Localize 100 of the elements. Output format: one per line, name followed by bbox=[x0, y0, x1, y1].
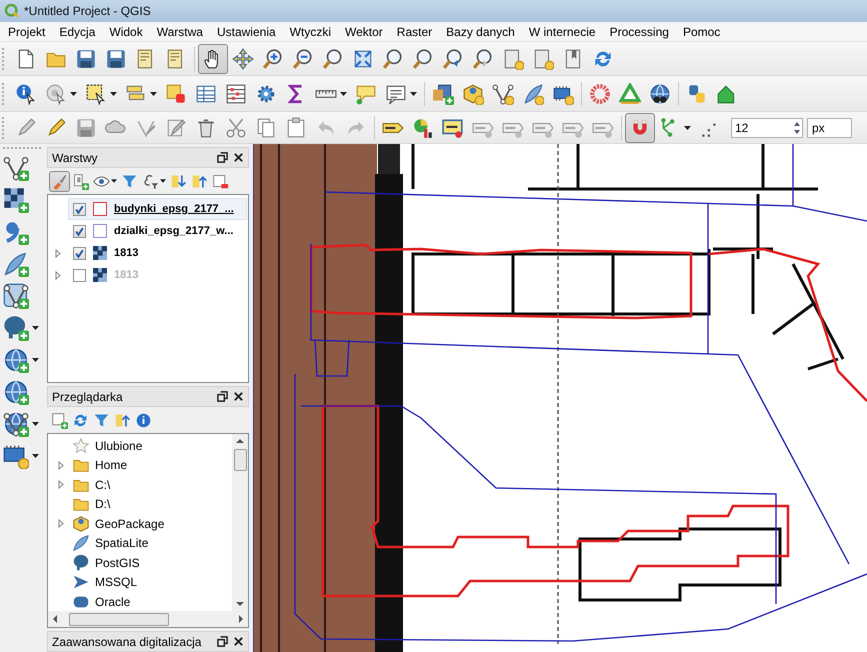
add-raster-icon[interactable] bbox=[3, 187, 29, 213]
save-icon[interactable] bbox=[75, 48, 97, 70]
scroll-up-icon[interactable] bbox=[236, 438, 244, 443]
select-icon[interactable] bbox=[85, 82, 107, 104]
browser-item[interactable]: Home bbox=[95, 458, 128, 472]
chart-icon[interactable] bbox=[412, 116, 434, 138]
filter-icon[interactable] bbox=[93, 412, 110, 428]
browser-item[interactable]: PostGIS bbox=[95, 556, 140, 570]
layer-checkbox[interactable] bbox=[73, 268, 86, 282]
menu-item[interactable]: Wtyczki bbox=[282, 24, 338, 38]
zoom-back-icon[interactable] bbox=[442, 48, 464, 70]
layer-checkbox[interactable] bbox=[73, 224, 86, 238]
zoom-forward-icon[interactable] bbox=[472, 48, 494, 70]
scroll-down-icon[interactable] bbox=[236, 602, 244, 607]
paste-icon[interactable] bbox=[285, 116, 307, 138]
collapse-all-icon[interactable] bbox=[114, 412, 131, 428]
menu-item[interactable]: Widok bbox=[102, 24, 150, 38]
expand-arrow-icon[interactable] bbox=[58, 519, 64, 528]
menu-item[interactable]: Wektor bbox=[338, 24, 390, 38]
globe-binoculars-icon[interactable] bbox=[649, 82, 671, 104]
action-icon[interactable] bbox=[45, 82, 67, 104]
globe-icon[interactable] bbox=[3, 411, 29, 437]
ring-icon[interactable] bbox=[589, 82, 611, 104]
edit-icon[interactable] bbox=[165, 116, 187, 138]
map-drawing[interactable] bbox=[253, 144, 867, 652]
browser-item[interactable]: SpatiaLite bbox=[95, 536, 148, 550]
close-icon[interactable] bbox=[233, 391, 244, 402]
menu-item[interactable]: Ustawienia bbox=[210, 24, 283, 38]
scrollbar-thumb[interactable] bbox=[69, 612, 169, 626]
menu-item[interactable]: Bazy danych bbox=[439, 24, 522, 38]
field-calculator-icon[interactable] bbox=[225, 82, 247, 104]
pan-button[interactable] bbox=[198, 44, 228, 74]
unit-select[interactable]: px bbox=[807, 118, 852, 138]
caret-icon[interactable] bbox=[684, 126, 691, 130]
new-map-view-icon[interactable] bbox=[532, 48, 554, 70]
caret-icon[interactable] bbox=[32, 358, 39, 362]
browser-item[interactable]: Ulubione bbox=[95, 438, 142, 453]
caret-icon[interactable] bbox=[410, 92, 417, 96]
layer-item[interactable]: dzialki_epsg_2177_w... bbox=[68, 220, 247, 242]
caret-icon[interactable] bbox=[32, 326, 39, 330]
vertex-icon[interactable] bbox=[492, 82, 514, 104]
layer-checkbox[interactable] bbox=[73, 246, 86, 260]
vertical-scrollbar[interactable] bbox=[232, 434, 248, 611]
chip-icon[interactable] bbox=[3, 443, 29, 469]
float-icon[interactable] bbox=[217, 636, 228, 647]
zoom-out-icon[interactable] bbox=[292, 48, 314, 70]
scroll-right-icon[interactable] bbox=[239, 615, 244, 623]
expand-arrow-icon[interactable] bbox=[58, 460, 64, 470]
caret-icon[interactable] bbox=[32, 422, 39, 426]
caret-icon[interactable] bbox=[150, 92, 157, 96]
magnifier-icon[interactable] bbox=[322, 48, 344, 70]
layer-item[interactable]: budynki_epsg_2177_... bbox=[68, 198, 247, 220]
layer-style-button[interactable] bbox=[49, 170, 70, 192]
magnifier-icon[interactable] bbox=[412, 48, 434, 70]
menu-item[interactable]: Warstwa bbox=[150, 24, 210, 38]
browser-item[interactable]: C:\ bbox=[95, 478, 110, 492]
menu-item[interactable]: Processing bbox=[602, 24, 676, 38]
close-icon[interactable] bbox=[233, 636, 244, 647]
globe-icon[interactable] bbox=[3, 379, 29, 405]
move-arrows-icon[interactable] bbox=[232, 48, 254, 70]
layer-item[interactable]: 1813 bbox=[68, 242, 247, 264]
browser-item[interactable]: D:\ bbox=[95, 497, 110, 512]
expand-arrow-icon[interactable] bbox=[55, 270, 61, 280]
add-group-icon[interactable] bbox=[72, 172, 89, 190]
scroll-left-icon[interactable] bbox=[52, 615, 57, 623]
close-icon[interactable] bbox=[233, 152, 244, 163]
caret-icon[interactable] bbox=[32, 454, 39, 458]
identify-icon[interactable] bbox=[15, 82, 37, 104]
magnifier-icon[interactable] bbox=[382, 48, 404, 70]
scissors-icon[interactable] bbox=[225, 116, 247, 138]
expand-all-icon[interactable] bbox=[170, 172, 187, 190]
float-icon[interactable] bbox=[217, 391, 228, 402]
caret-icon[interactable] bbox=[340, 92, 347, 96]
feather-icon[interactable] bbox=[522, 82, 544, 104]
add-vector-icon[interactable] bbox=[3, 155, 29, 181]
menu-item[interactable]: Projekt bbox=[1, 24, 52, 38]
copy-icon[interactable] bbox=[255, 116, 277, 138]
float-icon[interactable] bbox=[217, 152, 228, 163]
collapse-all-icon[interactable] bbox=[191, 172, 208, 190]
zoom-in-icon[interactable] bbox=[262, 48, 284, 70]
new-layer-icon[interactable] bbox=[51, 412, 68, 428]
save-as-icon[interactable] bbox=[105, 48, 127, 70]
browser-item[interactable]: GeoPackage bbox=[95, 516, 164, 531]
globe-icon[interactable] bbox=[3, 347, 29, 373]
menu-item[interactable]: Raster bbox=[390, 24, 440, 38]
new-map-view-icon[interactable] bbox=[502, 48, 524, 70]
tolerance-field[interactable]: 12 bbox=[731, 118, 803, 138]
caret-icon[interactable] bbox=[111, 179, 117, 183]
menu-item[interactable]: Edycja bbox=[52, 24, 102, 38]
feather-icon[interactable] bbox=[3, 251, 29, 277]
caret-icon[interactable] bbox=[110, 92, 117, 96]
label-icon[interactable] bbox=[442, 116, 464, 138]
layer-checkbox[interactable] bbox=[73, 202, 86, 216]
menu-item[interactable]: W internecie bbox=[522, 24, 603, 38]
caret-icon[interactable] bbox=[70, 92, 77, 96]
horizontal-scrollbar[interactable] bbox=[48, 611, 248, 627]
menu-item[interactable]: Pomoc bbox=[676, 24, 728, 38]
scrollbar-thumb[interactable] bbox=[234, 449, 246, 471]
expand-arrow-icon[interactable] bbox=[58, 480, 64, 490]
info-icon[interactable] bbox=[135, 412, 152, 428]
